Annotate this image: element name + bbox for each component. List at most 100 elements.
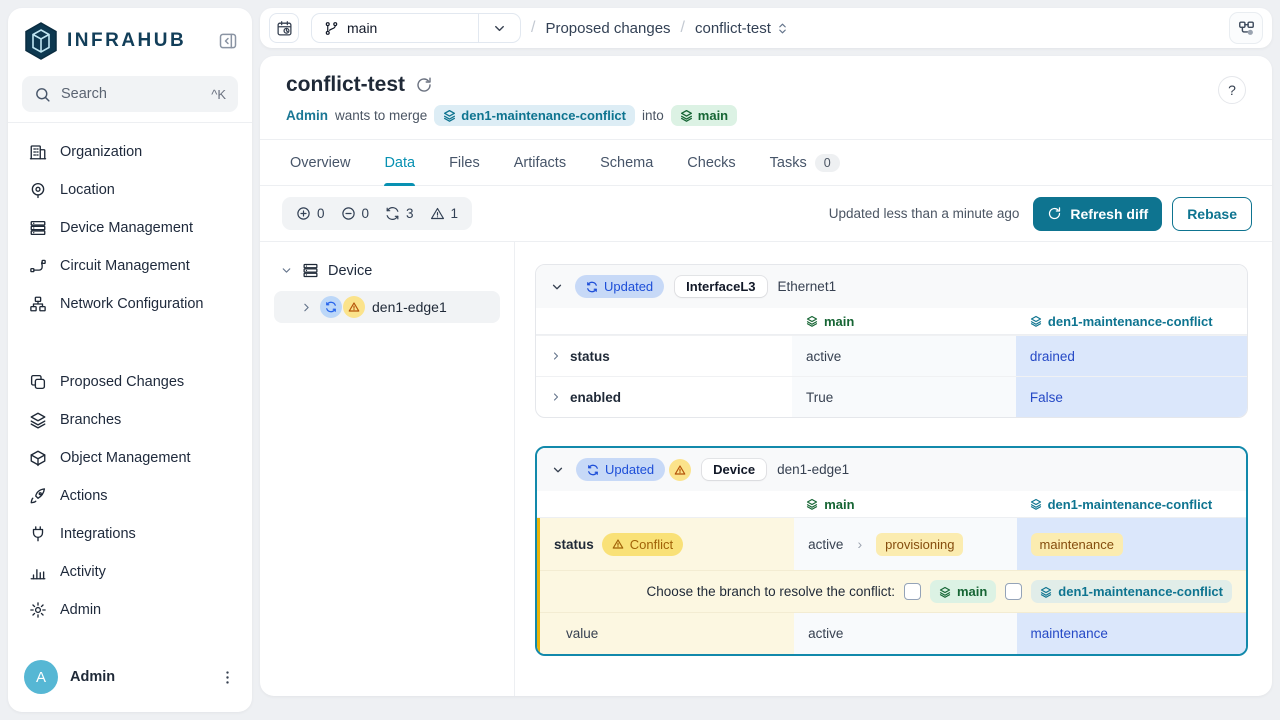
- chevron-right-icon[interactable]: [550, 391, 562, 403]
- layers-icon: [939, 586, 951, 598]
- updated-indicator-icon: [320, 296, 342, 318]
- tab-tasks[interactable]: Tasks 0: [770, 140, 840, 185]
- tree-node-label: den1-edge1: [372, 299, 447, 315]
- tree-item-device[interactable]: Device: [274, 258, 500, 283]
- column-header-branch: den1-maintenance-conflict: [1016, 491, 1246, 517]
- branch-value: maintenance: [1017, 518, 1246, 570]
- chevron-down-icon[interactable]: [280, 264, 293, 277]
- branch-value: drained: [1016, 336, 1247, 376]
- sidebar-item-label: Proposed Changes: [60, 374, 184, 390]
- tab-schema[interactable]: Schema: [600, 140, 653, 185]
- sidebar-item-label: Network Configuration: [60, 296, 203, 312]
- new-value-chip: provisioning: [876, 533, 963, 556]
- diff-row-status-conflict: status Conflict active › provisioning: [540, 518, 1246, 570]
- search-input[interactable]: Search ^K: [22, 76, 238, 112]
- stat-removed-count: 0: [362, 206, 370, 221]
- breadcrumb-separator: /: [531, 19, 535, 37]
- collapse-sidebar-icon[interactable]: [218, 31, 238, 51]
- sidebar-item-actions[interactable]: Actions: [16, 477, 244, 515]
- help-button[interactable]: ?: [1218, 76, 1246, 104]
- diff-row-enabled: enabled True False: [536, 376, 1247, 417]
- breadcrumb-page: conflict-test: [695, 20, 771, 37]
- sidebar-item-label: Admin: [60, 602, 101, 618]
- top-bar: main / Proposed changes / conflict-test: [260, 8, 1272, 48]
- sidebar-item-organization[interactable]: Organization: [16, 133, 244, 171]
- tab-files[interactable]: Files: [449, 140, 480, 185]
- diff-card-header[interactable]: Updated InterfaceL3 Ethernet1: [536, 265, 1247, 308]
- resolve-main-badge[interactable]: main: [930, 580, 996, 603]
- resolve-branch-badge[interactable]: den1-maintenance-conflict: [1031, 580, 1232, 603]
- sidebar-item-label: Circuit Management: [60, 258, 190, 274]
- workflow-view-button[interactable]: [1229, 12, 1263, 44]
- author-link[interactable]: Admin: [286, 108, 328, 123]
- calendar-clock-icon[interactable]: [269, 13, 299, 43]
- tab-checks[interactable]: Checks: [687, 140, 735, 185]
- avatar: A: [24, 660, 58, 694]
- sidebar-item-branches[interactable]: Branches: [16, 401, 244, 439]
- cube-icon: [28, 449, 47, 467]
- layers-icon: [1030, 315, 1042, 327]
- refresh-icon: [586, 281, 598, 293]
- stat-updated-count: 3: [406, 206, 414, 221]
- sidebar-item-label: Object Management: [60, 450, 191, 466]
- stat-conflicts-count: 1: [451, 206, 459, 221]
- refresh-icon: [385, 206, 400, 221]
- sidebar-item-label: Activity: [60, 564, 106, 580]
- sidebar-item-label: Location: [60, 182, 115, 198]
- sidebar-item-location[interactable]: Location: [16, 171, 244, 209]
- stat-removed: 0: [341, 206, 370, 221]
- user-name: Admin: [70, 669, 207, 685]
- search-shortcut: ^K: [211, 87, 226, 102]
- target-branch-badge[interactable]: main: [671, 105, 737, 126]
- updated-badge: Updated: [576, 458, 665, 481]
- sidebar-item-network-configuration[interactable]: Network Configuration: [16, 285, 244, 323]
- last-updated-text: Updated less than a minute ago: [829, 206, 1020, 221]
- kebab-menu-icon[interactable]: [219, 669, 236, 686]
- sidebar-item-device-management[interactable]: Device Management: [16, 209, 244, 247]
- resolve-main-checkbox[interactable]: [904, 583, 921, 600]
- source-branch-badge[interactable]: den1-maintenance-conflict: [434, 105, 635, 126]
- diff-card-interfacel3: Updated InterfaceL3 Ethernet1 main: [535, 264, 1248, 418]
- chevron-down-icon[interactable]: [551, 463, 565, 477]
- sidebar-item-integrations[interactable]: Integrations: [16, 515, 244, 553]
- breadcrumb-section[interactable]: Proposed changes: [545, 20, 670, 37]
- bar-chart-icon: [28, 563, 47, 581]
- tab-overview[interactable]: Overview: [290, 140, 350, 185]
- breadcrumb-page-selector[interactable]: conflict-test: [695, 20, 789, 37]
- sidebar-item-activity[interactable]: Activity: [16, 553, 244, 591]
- sidebar-item-label: Organization: [60, 144, 142, 160]
- sidebar-item-circuit-management[interactable]: Circuit Management: [16, 247, 244, 285]
- current-branch: main: [347, 20, 377, 36]
- rebase-button[interactable]: Rebase: [1172, 197, 1252, 231]
- tab-artifacts[interactable]: Artifacts: [514, 140, 566, 185]
- attribute-name: enabled: [570, 390, 621, 405]
- tree-item-den1-edge1[interactable]: den1-edge1: [274, 291, 500, 323]
- refresh-diff-button[interactable]: Refresh diff: [1033, 197, 1162, 231]
- diff-card-header[interactable]: Updated Device den1-edge1: [537, 448, 1246, 491]
- warning-triangle-icon: [430, 206, 445, 221]
- location-icon: [28, 181, 47, 199]
- sidebar-item-admin[interactable]: Admin: [16, 591, 244, 629]
- sidebar-item-object-management[interactable]: Object Management: [16, 439, 244, 477]
- sidebar: INFRAHUB Search ^K Organization Location…: [8, 8, 252, 712]
- chevron-right-icon[interactable]: [550, 350, 562, 362]
- reload-icon[interactable]: [415, 76, 433, 94]
- resolve-branch-checkbox[interactable]: [1005, 583, 1022, 600]
- rocket-icon: [28, 487, 47, 505]
- branch-selector[interactable]: main: [311, 13, 521, 43]
- layers-icon: [28, 411, 47, 429]
- chevron-down-icon[interactable]: [550, 280, 564, 294]
- server-icon: [302, 262, 319, 279]
- conflict-badge-label: Conflict: [630, 537, 673, 552]
- sidebar-item-proposed-changes[interactable]: Proposed Changes: [16, 363, 244, 401]
- chevron-right-icon[interactable]: [300, 301, 313, 314]
- layers-icon: [806, 498, 818, 510]
- diff-icon: [28, 373, 47, 391]
- user-menu[interactable]: A Admin: [8, 646, 252, 712]
- warning-triangle-icon: [612, 538, 624, 550]
- main-value: active: [794, 613, 1016, 654]
- tab-tasks-label: Tasks: [770, 155, 807, 171]
- tab-data[interactable]: Data: [384, 140, 415, 185]
- column-header-branch: den1-maintenance-conflict: [1016, 308, 1247, 334]
- object-kind-badge: Device: [702, 459, 766, 480]
